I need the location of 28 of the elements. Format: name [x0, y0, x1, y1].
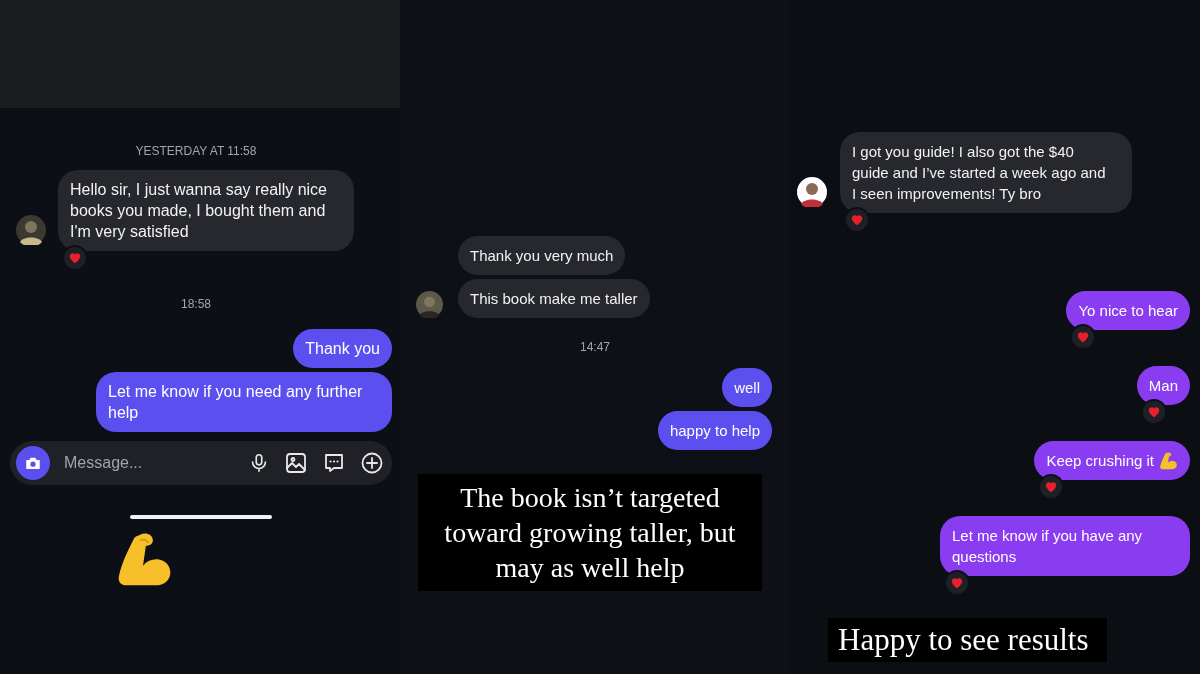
heart-icon: [68, 251, 82, 265]
heart-icon: [850, 213, 864, 227]
chat-bubble-icon[interactable]: [322, 451, 346, 475]
message-text: Keep crushing it: [1046, 451, 1154, 471]
heart-icon: [1146, 405, 1161, 419]
message-text: Thank you: [305, 339, 380, 359]
message-text: Yo nice to hear: [1078, 301, 1178, 321]
timestamp: YESTERDAY AT 11:58: [134, 144, 258, 158]
message-text: well: [734, 378, 760, 398]
timestamp: 18:58: [180, 297, 212, 311]
caption-text: The book isn’t targeted toward growing taller, but may as well help: [418, 474, 762, 591]
heart-icon: [1044, 480, 1059, 494]
timestamp: 14:47: [579, 340, 611, 354]
image-icon[interactable]: [284, 451, 308, 475]
message-field[interactable]: Message...: [64, 454, 234, 472]
message-text: I got you guide! I also got the $40 guide and I’ve started a week ago and I seen improvements! Ty bro: [852, 142, 1107, 204]
message-text: Thank you very much: [470, 246, 614, 266]
heart-icon: [950, 576, 964, 590]
message-text: Man: [1148, 376, 1178, 396]
message-text: This book make me taller: [470, 289, 638, 309]
message-text: Let me know if you need any further help: [108, 382, 364, 423]
message-text: Hello sir, I just wanna say really nice books you made, I bought them and I'm very satisfied: [70, 180, 328, 242]
caption-text: Happy to see results: [828, 618, 1107, 662]
heart-icon: [1076, 330, 1091, 344]
plus-icon[interactable]: [360, 451, 384, 475]
camera-button[interactable]: [16, 446, 50, 480]
message-text: Let me know if you have any questions: [952, 526, 1144, 567]
message-text: happy to help: [669, 421, 760, 441]
